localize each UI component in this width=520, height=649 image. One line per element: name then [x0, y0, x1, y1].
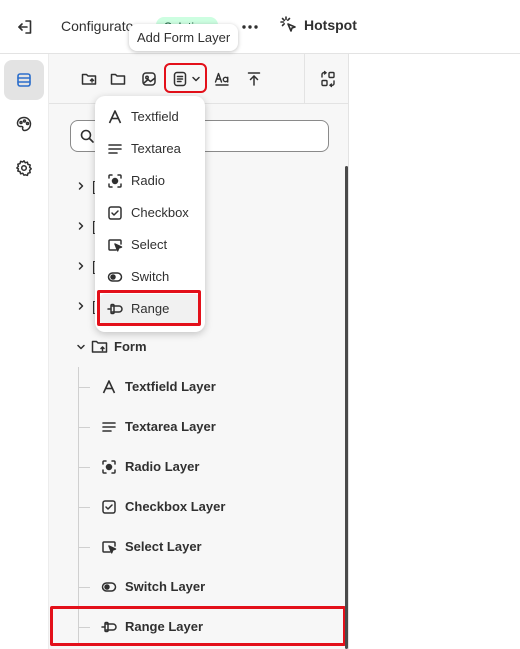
tree-layer-textarea[interactable]: Textarea Layer: [49, 407, 350, 447]
chevron-right-icon[interactable]: [74, 219, 88, 233]
top-bar: Configurato Solution Hotspot: [0, 0, 520, 54]
add-folder-up-button[interactable]: [76, 66, 102, 92]
hotspot-label: Hotspot: [304, 17, 357, 33]
rail-settings-button[interactable]: [4, 148, 44, 188]
toolbar-divider: [304, 54, 305, 104]
menu-item-label: Checkbox: [131, 205, 189, 220]
toggle-icon: [107, 269, 123, 285]
rail-layers-button[interactable]: [4, 60, 44, 100]
image-icon: [142, 72, 156, 86]
rail-theme-button[interactable]: [4, 104, 44, 144]
search-icon: [80, 129, 94, 143]
menu-item-radio[interactable]: Radio: [99, 166, 201, 196]
text-lines-icon: [107, 141, 123, 157]
text-lines-icon: [101, 419, 117, 435]
layer-label: Switch Layer: [125, 579, 206, 594]
menu-item-switch[interactable]: Switch: [99, 262, 201, 292]
tree-layer-textfield[interactable]: Textfield Layer: [49, 367, 350, 407]
select-cursor-icon: [107, 237, 123, 253]
exit-icon: [18, 20, 32, 34]
swap-view-icon: [321, 70, 335, 88]
add-folder-button[interactable]: [105, 66, 131, 92]
toggle-view-button[interactable]: [315, 66, 341, 92]
menu-item-label: Textarea: [131, 141, 181, 156]
upload-button[interactable]: [241, 66, 267, 92]
tree-tick: [78, 387, 90, 388]
menu-item-checkbox[interactable]: Checkbox: [99, 198, 201, 228]
text-style-icon: [214, 72, 229, 86]
configurator-title: Configurato: [61, 18, 133, 34]
menu-item-textfield[interactable]: Textfield: [99, 102, 201, 132]
menu-item-label: Select: [131, 237, 168, 252]
chevron-right-icon[interactable]: [74, 299, 88, 313]
left-rail: [0, 54, 48, 649]
tree-layer-radio[interactable]: Radio Layer: [49, 447, 350, 487]
layer-label: Checkbox Layer: [125, 499, 226, 514]
tree-layer-checkbox[interactable]: Checkbox Layer: [49, 487, 350, 527]
exit-button[interactable]: [12, 14, 38, 40]
add-form-layer-tooltip: Add Form Layer: [129, 24, 239, 51]
chevron-right-icon[interactable]: [74, 259, 88, 273]
more-actions-button[interactable]: [238, 17, 262, 37]
checkbox-icon: [101, 499, 117, 515]
tree-tick: [78, 427, 90, 428]
radio-icon: [101, 459, 117, 475]
menu-item-select[interactable]: Select: [99, 230, 201, 260]
layers-icon: [17, 73, 31, 87]
more-horizontal-icon: [242, 25, 258, 29]
folder-icon: [110, 73, 126, 85]
menu-item-textarea[interactable]: Textarea: [99, 134, 201, 164]
layer-label: Textarea Layer: [125, 419, 216, 434]
select-cursor-icon: [101, 539, 117, 555]
add-image-layer-button[interactable]: [136, 66, 162, 92]
range-layer-highlight: [50, 606, 346, 646]
tree-layer-switch[interactable]: Switch Layer: [49, 567, 350, 607]
menu-item-label: Radio: [131, 173, 165, 188]
tree-layer-select[interactable]: Select Layer: [49, 527, 350, 567]
range-menu-highlight: [97, 290, 201, 326]
letter-a-icon: [107, 109, 123, 125]
gear-icon: [16, 160, 32, 177]
layer-label: Textfield Layer: [125, 379, 216, 394]
menu-item-label: Textfield: [131, 109, 179, 124]
tree-tick: [78, 587, 90, 588]
panel-scrollbar[interactable]: [345, 166, 348, 649]
upload-icon: [247, 72, 261, 86]
tree-tick: [78, 547, 90, 548]
hotspot-cursor-icon: [280, 16, 296, 32]
tree-tick: [78, 507, 90, 508]
folder-arrow-icon: [81, 73, 97, 85]
toggle-icon: [101, 579, 117, 595]
add-form-layer-menu: Textfield Textarea Radio Checkbox Select…: [95, 96, 205, 332]
folder-arrow-icon: [91, 340, 108, 353]
tree-form-folder[interactable]: Form: [49, 327, 350, 367]
tree-tick: [78, 467, 90, 468]
hotspot-button[interactable]: Hotspot: [280, 16, 357, 34]
add-text-layer-button[interactable]: [209, 66, 235, 92]
palette-icon: [16, 116, 32, 132]
layer-label: Radio Layer: [125, 459, 200, 474]
add-form-layer-highlight: [164, 63, 207, 93]
canvas-area[interactable]: [349, 54, 520, 649]
chevron-down-icon[interactable]: [74, 340, 88, 354]
layer-label: Select Layer: [125, 539, 202, 554]
checkbox-icon: [107, 205, 123, 221]
radio-icon: [107, 173, 123, 189]
menu-item-label: Switch: [131, 269, 170, 284]
form-folder-label: Form: [114, 339, 147, 354]
letter-a-icon: [101, 379, 117, 395]
chevron-right-icon[interactable]: [74, 179, 88, 193]
